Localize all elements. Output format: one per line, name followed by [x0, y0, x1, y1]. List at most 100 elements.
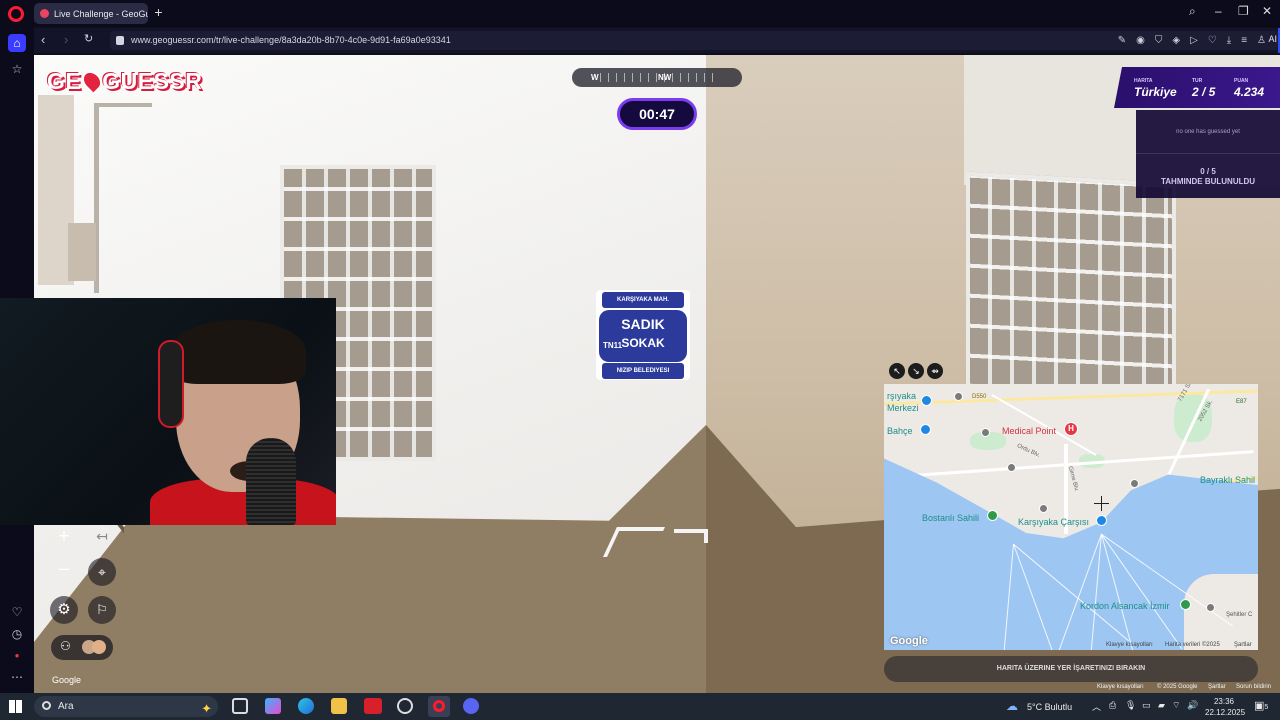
footer-copyright: © 2025 Google	[1157, 684, 1198, 690]
map-data-text: Harita verileri ©2025	[1165, 642, 1220, 648]
return-to-start-icon[interactable]: ⌖	[88, 558, 116, 586]
sign-street-type: SOKAK	[621, 336, 665, 350]
extension-badge-icon[interactable]: ●	[8, 647, 26, 665]
map-transit-pin-icon[interactable]	[1096, 515, 1107, 526]
map-shortcuts-link[interactable]: Klavye kısayolları	[1106, 642, 1153, 648]
map-poi-pin-icon[interactable]	[981, 428, 990, 437]
score-bar: HARITA Türkiye TUR 2 / 5 PUAN 4.234	[1114, 67, 1280, 108]
forward-icon[interactable]: ›	[64, 32, 68, 47]
weather-text[interactable]: 5°C Bulutlu	[1027, 702, 1072, 712]
search-tabs-icon[interactable]: ⌕	[1189, 4, 1196, 19]
map-value: Türkiye	[1134, 85, 1177, 99]
map-label-medical: Medical Point	[1002, 426, 1057, 436]
heart-icon[interactable]: ♡	[1208, 31, 1217, 50]
map-label-ordu: Ordu Blv.	[1015, 443, 1041, 459]
camera-icon[interactable]: ◉	[1136, 31, 1145, 50]
move-arrow-right-icon[interactable]	[674, 529, 708, 543]
edge-icon[interactable]	[298, 698, 314, 714]
points-value: 4.234	[1234, 85, 1265, 99]
windows-start-icon[interactable]	[9, 700, 22, 713]
map-label-e87: E87	[1236, 399, 1247, 405]
players-pill[interactable]: ⚇	[51, 635, 113, 660]
round-label: TUR	[1192, 78, 1203, 84]
battery-icon[interactable]: ▰	[1158, 700, 1165, 711]
back-icon[interactable]: ‹	[41, 32, 45, 47]
zoom-out-button[interactable]: –	[50, 554, 78, 582]
taskbar: Ara ✦ ☁ 5°C Bulutlu ︿ ⎙ 🎙 ▭ ▰ ⌔ 🔊 ▣5	[0, 693, 1280, 720]
pipe-arm	[94, 103, 152, 107]
copilot-icon[interactable]	[265, 698, 281, 714]
footer-shortcuts-link[interactable]: Klavye kısayolları	[1097, 684, 1144, 690]
maximize-icon[interactable]: ❐	[1238, 4, 1249, 18]
heart-icon[interactable]: ♡	[8, 603, 26, 621]
profile-icon[interactable]: ♙	[1257, 31, 1266, 50]
guess-map[interactable]: H Medical Point Karşıyaka Çarşısı Bostan…	[884, 384, 1258, 650]
geoguessr-logo[interactable]: GE GUESSR	[47, 66, 202, 96]
url-field[interactable]: www.geoguessr.com/tr/live-challenge/8a3d…	[110, 31, 1280, 50]
map-hospital-pin-icon[interactable]: H	[1064, 422, 1078, 436]
map-shrink-icon[interactable]: ↘	[908, 363, 924, 379]
map-transit-pin-icon[interactable]	[921, 395, 932, 406]
more-icon[interactable]: ⋯	[8, 668, 26, 686]
wall-box	[68, 223, 96, 281]
map-poi-pin-icon[interactable]	[1039, 504, 1048, 513]
map-expand-icon[interactable]: ↖	[889, 363, 905, 379]
new-tab-button[interactable]: +	[152, 5, 165, 20]
home-icon[interactable]: ⌂	[8, 34, 26, 52]
edit-icon[interactable]: ✎	[1118, 31, 1126, 50]
network-icon[interactable]: ⌔	[1172, 700, 1180, 711]
settings-gear-icon[interactable]: ⚙	[50, 596, 78, 624]
play-icon[interactable]: ▷	[1190, 31, 1198, 50]
taskbar-search[interactable]: Ara ✦	[34, 696, 218, 717]
guess-count: 0 / 5	[1200, 167, 1216, 176]
file-explorer-icon[interactable]	[331, 698, 347, 714]
flag-icon[interactable]: ⚐	[88, 596, 116, 624]
tray-app-icon[interactable]: ▭	[1142, 700, 1151, 711]
map-google-logo: Google	[890, 635, 928, 647]
app-speedometer-icon[interactable]	[397, 698, 413, 714]
tray-app-icon[interactable]: ⎙	[1109, 700, 1116, 711]
task-view-icon[interactable]	[232, 698, 248, 714]
map-park-pin-icon[interactable]	[1180, 599, 1191, 610]
zoom-in-button[interactable]: +	[50, 522, 78, 550]
map-label: HARITA	[1134, 78, 1153, 84]
vpn-icon[interactable]: ◈	[1172, 31, 1180, 50]
map-transit-pin-icon[interactable]	[920, 424, 931, 435]
notification-icon[interactable]: ▣5	[1254, 699, 1268, 712]
address-bar: ‹ › ↻ www.geoguessr.com/tr/live-challeng…	[34, 28, 1280, 53]
map-terms-link[interactable]: Şartlar	[1234, 642, 1252, 648]
taskbar-clock[interactable]: 23:36 22.12.2025	[1205, 696, 1245, 718]
shield-icon[interactable]: ⛉	[1155, 31, 1163, 50]
undo-move-icon[interactable]: ↤	[88, 522, 116, 550]
opera-logo-icon[interactable]	[8, 6, 24, 22]
round-timer: 00:47	[617, 98, 697, 130]
ai-button[interactable]: AI	[1268, 34, 1277, 44]
map-pin-toggle-icon[interactable]: ⇴	[927, 363, 943, 379]
map-poi-pin-icon[interactable]	[954, 392, 963, 401]
map-poi-pin-icon[interactable]	[1007, 463, 1016, 472]
panel-divider	[1136, 153, 1280, 154]
app-red-icon[interactable]	[364, 698, 382, 714]
map-park-pin-icon[interactable]	[987, 510, 998, 521]
bookmark-star-icon[interactable]: ☆	[8, 60, 26, 78]
tab-live-challenge[interactable]: Live Challenge - GeoGues ×	[34, 3, 148, 24]
map-label-bahce: Bahçe	[887, 426, 913, 436]
map-poi-pin-icon[interactable]	[1130, 479, 1139, 488]
footer-report-link[interactable]: Sorun bildirin	[1236, 684, 1271, 690]
close-window-icon[interactable]: ✕	[1262, 4, 1272, 18]
minimize-icon[interactable]: –	[1215, 4, 1222, 18]
download-icon[interactable]: ⤓	[1227, 31, 1231, 50]
footer-terms-link[interactable]: Şartlar	[1208, 684, 1226, 690]
history-clock-icon[interactable]: ◷	[8, 625, 26, 643]
volume-icon[interactable]: 🔊	[1187, 700, 1198, 711]
screen: Live Challenge - GeoGues × + ⌕ – ❐ ✕ ⌂ ☆…	[0, 0, 1280, 720]
menu-icon[interactable]: ≡	[1241, 31, 1247, 50]
tray-chevron-icon[interactable]: ︿	[1092, 700, 1101, 713]
place-guess-button[interactable]: HARITA ÜZERINE YER İŞARETINIZI BIRAKIN	[884, 656, 1258, 682]
map-poi-pin-icon[interactable]	[1206, 603, 1215, 612]
microphone-icon[interactable]: 🎙	[1125, 700, 1136, 711]
reload-icon[interactable]: ↻	[84, 32, 93, 45]
opera-taskbar-active[interactable]	[428, 696, 450, 717]
discord-icon[interactable]	[463, 698, 479, 714]
logo-text-left: GE	[47, 67, 82, 94]
